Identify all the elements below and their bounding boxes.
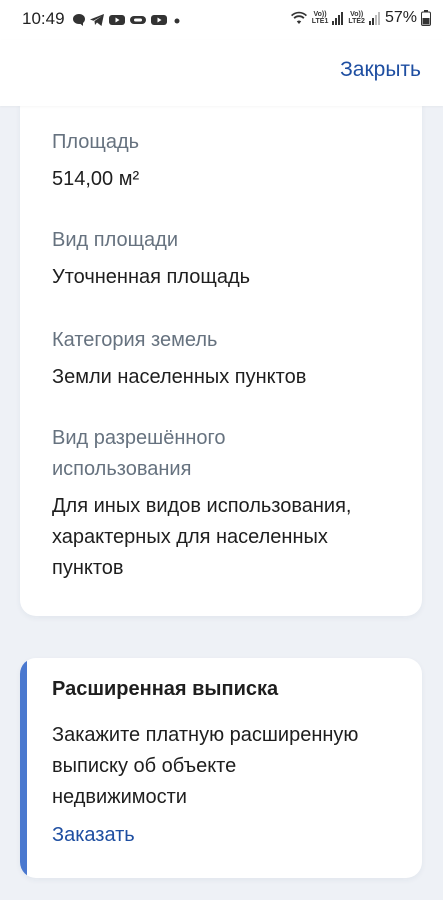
content-area[interactable]: Площадь 514,00 м² Вид площади Уточненная… (0, 106, 443, 900)
land-category-value: Земли населенных пунктов (52, 366, 307, 388)
property-info-card: Площадь 514,00 м² Вид площади Уточненная… (20, 106, 422, 616)
battery-percent: 57% (384, 9, 417, 26)
notification-icons (72, 12, 183, 28)
header-bar: Закрыть (0, 40, 443, 106)
area-label: Площадь (52, 131, 140, 153)
signal-icon (332, 12, 344, 25)
permitted-use-value: пунктов (52, 557, 124, 579)
link-icon (130, 16, 146, 24)
sim2-network: Vo)) LTE2 (348, 11, 365, 25)
area-type-field: Вид площади Уточненная площадь (52, 225, 392, 293)
extract-title: Расширенная выписка (52, 678, 279, 700)
order-link[interactable]: Заказать (52, 824, 135, 847)
extract-description-line: недвижимости (52, 786, 187, 808)
telegram-icon (90, 14, 104, 26)
accent-bar (20, 658, 27, 878)
wifi-icon (290, 11, 307, 24)
area-value: 514,00 м² (52, 168, 140, 190)
chat-bubble-icon (73, 14, 85, 26)
land-category-field: Категория земель Земли населенных пункто… (52, 325, 392, 393)
status-right: Vo)) LTE1 Vo)) LTE2 57% (290, 9, 431, 27)
close-button[interactable]: Закрыть (340, 58, 421, 82)
sim1-network: Vo)) LTE1 (311, 11, 329, 25)
extract-description-line: Закажите платную расширенную (52, 724, 359, 746)
area-field: Площадь 514,00 м² (52, 127, 392, 195)
extended-extract-card: Расширенная выписка Закажите платную рас… (20, 658, 422, 878)
youtube-icon (151, 15, 167, 25)
permitted-use-label: Вид разрешённого (52, 427, 226, 449)
signal-icon (368, 12, 380, 25)
youtube-icon (109, 15, 125, 25)
permitted-use-value: Для иных видов использования, (52, 495, 352, 517)
status-time: 10:49 (22, 9, 65, 28)
status-bar: 10:49 Vo)) LTE1 Vo)) LTE2 57% (0, 0, 443, 40)
permitted-use-field: Вид разрешённого использования Для иных … (52, 423, 392, 584)
battery-icon (421, 10, 431, 26)
extract-description-line: выписку об объекте (52, 755, 237, 777)
dot-icon (174, 18, 180, 24)
permitted-use-value: характерных для населенных (52, 526, 328, 548)
extract-description: Закажите платную расширенную выписку об … (52, 720, 402, 813)
permitted-use-label: использования (52, 458, 192, 480)
land-category-label: Категория земель (52, 329, 218, 351)
area-type-value: Уточненная площадь (52, 266, 251, 288)
area-type-label: Вид площади (52, 229, 179, 251)
